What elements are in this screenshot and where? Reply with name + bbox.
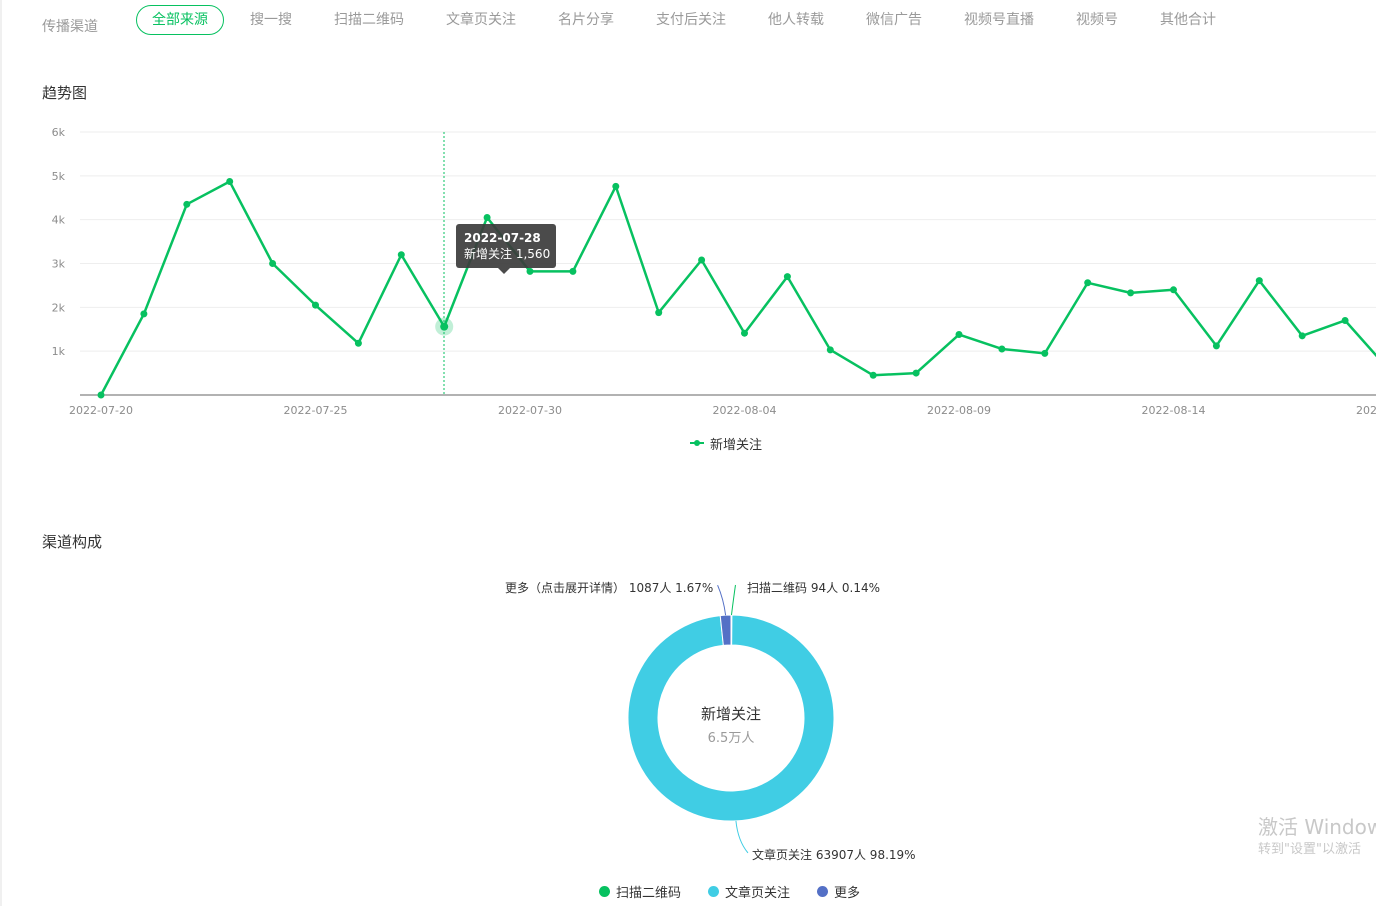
composition-donut-chart[interactable] (0, 0, 1376, 906)
donut-center-value: 6.5万人 (707, 731, 755, 746)
legend-item-article-follow[interactable]: 文章页关注 (708, 882, 791, 901)
leader-line-article-follow (735, 820, 749, 854)
legend-label-more: 更多 (834, 885, 861, 901)
pie-label-more[interactable]: 更多（点击展开详情） 1087人 1.67% (505, 579, 713, 596)
activation-watermark-subtitle: 转到"设置"以激活 (1258, 842, 1361, 857)
activation-watermark-title: 激活 Window (1258, 815, 1376, 839)
pie-label-qr-scan: 扫描二维码 94人 0.14% (747, 581, 881, 595)
leader-line-more (717, 584, 727, 616)
legend-dot-qr-scan (599, 885, 610, 897)
donut-center-title: 新增关注 (700, 705, 761, 723)
legend-label-qr-scan: 扫描二维码 (616, 885, 682, 901)
legend-dot-article-follow (708, 885, 719, 897)
pie-label-article-follow: 文章页关注 63907人 98.19% (752, 848, 916, 862)
leader-line-qr-scan (730, 584, 736, 616)
legend-item-qr-scan[interactable]: 扫描二维码 (599, 882, 682, 901)
legend-label-article-follow: 文章页关注 (725, 885, 791, 901)
legend-dot-more (817, 885, 828, 897)
legend-item-more[interactable]: 更多 (817, 882, 861, 901)
